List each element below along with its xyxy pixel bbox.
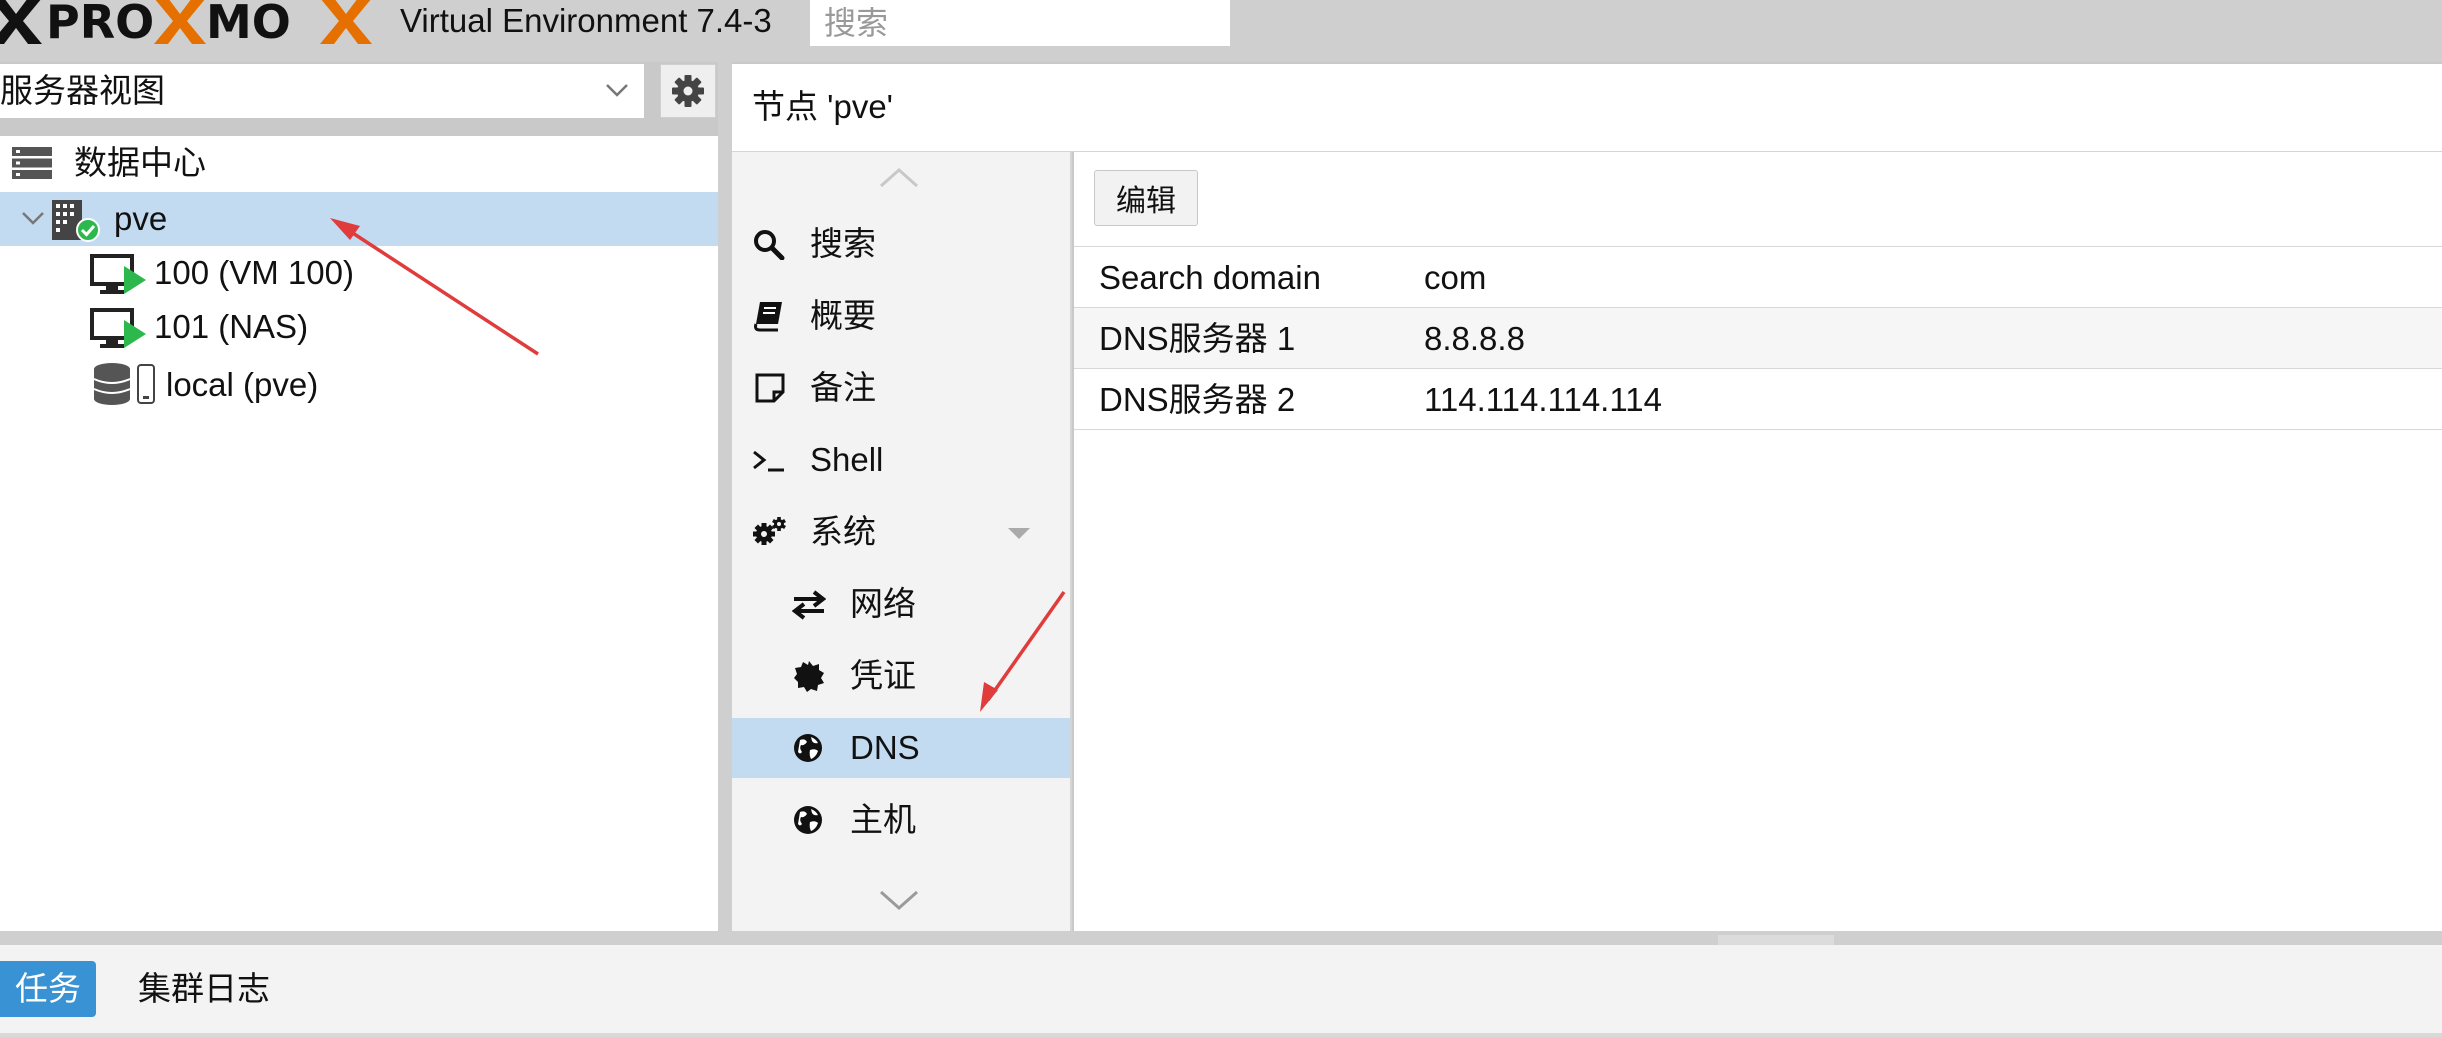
tab-cluster-log[interactable]: 集群日志 bbox=[138, 961, 288, 1017]
node-header: 节点 'pve' bbox=[732, 64, 2442, 152]
logo-mo-text: MO bbox=[206, 0, 291, 44]
menu-item-label: Shell bbox=[810, 441, 884, 478]
node-server-icon bbox=[52, 200, 100, 242]
row-value: 8.8.8.8 bbox=[1424, 320, 1525, 357]
menu-item-certificates[interactable]: 凭证 bbox=[732, 646, 1070, 706]
tree-item-pve[interactable]: pve bbox=[0, 192, 718, 246]
gears-icon bbox=[753, 517, 786, 545]
menu-item-shell[interactable]: Shell bbox=[732, 430, 1070, 490]
certificate-icon bbox=[794, 661, 824, 692]
menu-item-hosts[interactable]: 主机 bbox=[732, 790, 1070, 850]
tree-item-datacenter[interactable]: 数据中心 bbox=[0, 136, 718, 190]
top-bar: PRO MO Virtual Environment 7.4-3 bbox=[0, 0, 2442, 62]
view-selector[interactable]: 服务器视图 bbox=[0, 64, 644, 118]
divider bbox=[0, 1033, 2442, 1037]
logo-pro-text: PRO bbox=[46, 0, 154, 44]
settings-button[interactable] bbox=[660, 64, 716, 118]
vm-running-icon bbox=[90, 308, 146, 348]
chevron-up-icon[interactable] bbox=[877, 166, 921, 190]
search-icon bbox=[754, 230, 785, 260]
proxmox-logo-mark: PRO MO bbox=[0, 0, 372, 44]
row-key: DNS服务器 2 bbox=[1099, 381, 1296, 418]
bottom-panel: 任务 集群日志 bbox=[0, 945, 2442, 1037]
tree-item-label: local (pve) bbox=[166, 366, 319, 403]
row-key: DNS服务器 1 bbox=[1099, 320, 1296, 357]
menu-item-summary[interactable]: 概要 bbox=[732, 286, 1070, 346]
row-key: Search domain bbox=[1099, 259, 1321, 296]
tree-item-vm-100[interactable]: 100 (VM 100) bbox=[0, 246, 718, 300]
tree-item-label: 数据中心 bbox=[74, 144, 206, 181]
table-row[interactable]: DNS服务器 1 8.8.8.8 bbox=[1074, 307, 2442, 368]
chevron-down-icon bbox=[606, 84, 628, 97]
resource-tree: 数据中心 pve 100 (VM 100) 101 (NAS) local (p… bbox=[0, 136, 718, 931]
book-icon bbox=[754, 302, 782, 332]
menu-item-label: 主机 bbox=[850, 801, 916, 838]
tab-tasks[interactable]: 任务 bbox=[0, 961, 96, 1017]
menu-item-search[interactable]: 搜索 bbox=[732, 214, 1070, 274]
terminal-icon bbox=[753, 450, 784, 472]
row-value: 114.114.114.114 bbox=[1424, 381, 1662, 418]
tree-item-label: pve bbox=[114, 200, 168, 237]
node-menu: 搜索 概要 备注 Shell 系统 网络 凭证 DNS 主机 bbox=[732, 152, 1072, 931]
tree-item-vm-101[interactable]: 101 (NAS) bbox=[0, 300, 718, 354]
globe-icon bbox=[794, 734, 822, 762]
table-row[interactable]: Search domain com bbox=[1074, 246, 2442, 307]
menu-item-dns[interactable]: DNS bbox=[732, 718, 1070, 778]
tree-item-label: 101 (NAS) bbox=[154, 308, 309, 345]
vertical-splitter[interactable] bbox=[718, 62, 732, 931]
menu-item-label: 概要 bbox=[810, 297, 876, 334]
dns-panel: 编辑 Search domain com DNS服务器 1 8.8.8.8 DN… bbox=[1074, 152, 2442, 931]
chevron-down-icon[interactable] bbox=[877, 888, 921, 912]
page-title: 节点 'pve' bbox=[752, 88, 893, 125]
caret-down-icon[interactable] bbox=[1006, 526, 1032, 540]
row-value: com bbox=[1424, 259, 1487, 296]
horizontal-splitter[interactable] bbox=[0, 931, 2442, 945]
exchange-icon bbox=[792, 590, 826, 620]
menu-item-label: 系统 bbox=[810, 513, 876, 550]
server-stack-icon bbox=[12, 147, 52, 179]
dns-table: Search domain com DNS服务器 1 8.8.8.8 DNS服务… bbox=[1074, 246, 2442, 430]
product-version: Virtual Environment 7.4-3 bbox=[400, 2, 772, 39]
edit-button[interactable]: 编辑 bbox=[1094, 170, 1198, 226]
tree-item-local-storage[interactable]: local (pve) bbox=[0, 358, 718, 412]
menu-item-network[interactable]: 网络 bbox=[732, 574, 1070, 634]
search-input[interactable] bbox=[810, 0, 1230, 46]
menu-item-system[interactable]: 系统 bbox=[732, 502, 1070, 562]
globe-icon bbox=[794, 806, 822, 834]
tree-item-label: 100 (VM 100) bbox=[154, 254, 354, 291]
view-selector-value: 服务器视图 bbox=[0, 72, 165, 109]
table-row[interactable]: DNS服务器 2 114.114.114.114 bbox=[1074, 368, 2442, 430]
storage-icon bbox=[93, 363, 155, 405]
menu-item-label: 凭证 bbox=[850, 657, 916, 694]
menu-item-notes[interactable]: 备注 bbox=[732, 358, 1070, 418]
menu-item-label: 备注 bbox=[810, 369, 876, 406]
menu-item-label: DNS bbox=[850, 729, 920, 766]
vm-running-icon bbox=[90, 254, 146, 294]
splitter-grip[interactable] bbox=[1718, 935, 1834, 945]
chevron-down-icon[interactable] bbox=[20, 208, 46, 228]
menu-item-label: 搜索 bbox=[810, 225, 876, 262]
proxmox-logo: PRO MO bbox=[0, 0, 386, 44]
sticky-note-icon bbox=[755, 373, 785, 403]
gear-icon bbox=[672, 75, 704, 107]
menu-item-label: 网络 bbox=[850, 585, 916, 622]
